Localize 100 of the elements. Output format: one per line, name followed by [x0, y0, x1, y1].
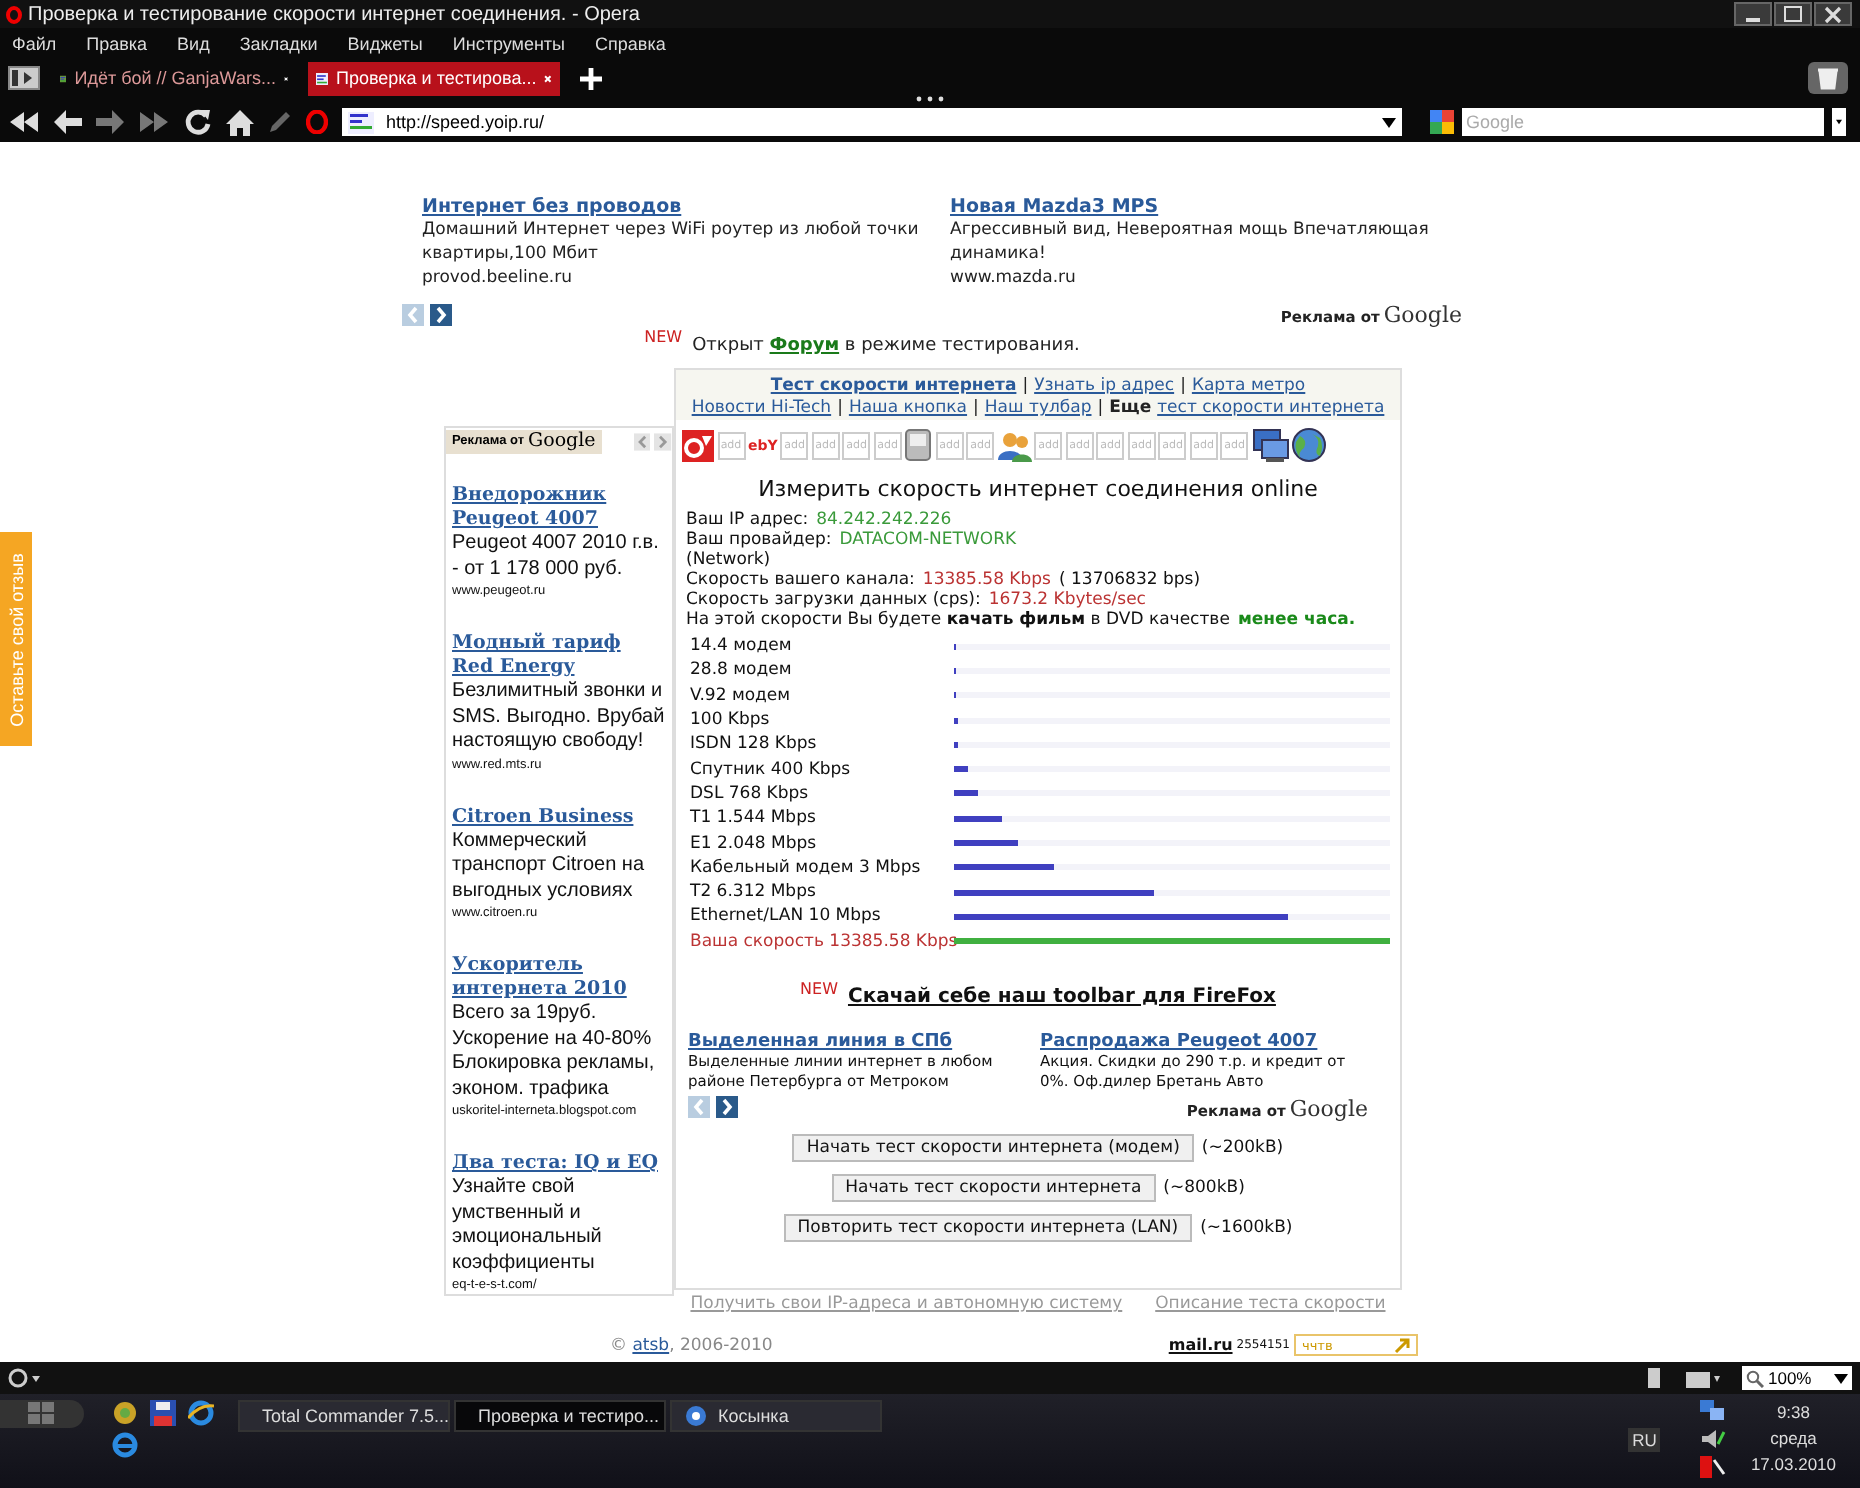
speed-label: 14.4 модем	[690, 636, 794, 657]
nav-link[interactable]: Наша кнопка	[848, 398, 968, 420]
ad-title-link[interactable]: Модный тариф Red Energy	[452, 632, 668, 680]
separator: |	[973, 398, 979, 420]
trash-icon[interactable]	[1808, 62, 1848, 94]
menu-item[interactable]: Файл	[12, 34, 57, 54]
nav-link[interactable]: Наш тулбар	[984, 398, 1092, 420]
computer-icon[interactable]	[1251, 428, 1290, 462]
app-icon[interactable]	[112, 1400, 138, 1426]
nav-link[interactable]: Новости Hi-Tech	[691, 398, 832, 420]
close-icon	[1824, 5, 1842, 23]
info-value: ( 13706832 bps)	[1058, 570, 1201, 590]
search-field[interactable]: Google	[1462, 108, 1824, 136]
start-test-button[interactable]: Начать тест скорости интернета (модем)	[792, 1133, 1194, 1162]
taskbar-button[interactable]: Total Commander 7.5...	[238, 1400, 450, 1432]
logo-icon[interactable]	[682, 429, 714, 461]
dropdown-icon[interactable]	[1832, 108, 1846, 136]
nav-link[interactable]: Карта метро	[1191, 376, 1306, 398]
info-value: 1673.2 Kbytes/sec	[988, 590, 1146, 610]
dropdown-icon[interactable]	[1834, 1373, 1848, 1383]
back-icon[interactable]	[54, 110, 82, 134]
ad-title-link[interactable]: Citroen Business	[452, 805, 668, 829]
info-label: Ваш провайдер:	[686, 530, 832, 550]
globe-icon[interactable]	[1292, 428, 1327, 462]
page-icon	[348, 111, 374, 133]
menu-item[interactable]: Справка	[595, 34, 666, 54]
speaker-icon[interactable]	[1700, 1428, 1727, 1450]
clock-day: среда	[1770, 1426, 1817, 1452]
counter-logo[interactable]: mail.ru	[1168, 1336, 1233, 1354]
speed-dial-icon[interactable]	[8, 1368, 40, 1388]
browser-icon[interactable]	[188, 1400, 214, 1426]
taskbar-button[interactable]: Косынка	[670, 1400, 882, 1432]
reload-icon[interactable]	[184, 108, 212, 136]
handle-icon[interactable]	[916, 96, 944, 102]
network-icon[interactable]	[1700, 1400, 1727, 1422]
start-test-button[interactable]: Начать тест скорости интернета	[831, 1173, 1156, 1202]
info-label: На этой скорости Вы будете качать фильм в DVD качестве	[686, 610, 1230, 630]
menu-item[interactable]: Вид	[177, 34, 210, 54]
google-icon	[1430, 110, 1454, 134]
info-value: 13385.58 Kbps	[922, 570, 1051, 590]
ad-title-link[interactable]: Два теста: IQ и EQ	[452, 1152, 668, 1176]
start-test-button[interactable]: Повторить тест скорости интернета (LAN)	[783, 1213, 1193, 1242]
close-icon[interactable]	[544, 71, 552, 85]
forum-link[interactable]: Форум	[769, 336, 840, 356]
shield-icon[interactable]	[1700, 1456, 1727, 1478]
dropdown-icon[interactable]	[1382, 117, 1396, 127]
menu-item[interactable]: Правка	[86, 34, 148, 54]
page-icon[interactable]	[1642, 1366, 1666, 1390]
fast-forward-icon[interactable]	[138, 110, 170, 134]
ad-title-link[interactable]: Интернет без проводов	[422, 196, 682, 218]
zoom-field[interactable]: 100%	[1742, 1366, 1852, 1390]
device-icon[interactable]	[904, 428, 933, 462]
browser-icon[interactable]	[112, 1432, 138, 1458]
speed-label: Ethernet/LAN 10 Mbps	[690, 906, 883, 927]
menu-item[interactable]: Закладки	[239, 34, 318, 54]
new-tab-icon[interactable]	[580, 67, 602, 89]
camera-icon[interactable]	[1686, 1366, 1722, 1390]
previous-arrow-icon[interactable]	[633, 431, 651, 451]
page-icon	[316, 67, 328, 89]
nav-link[interactable]: тест скорости интернета	[1157, 398, 1385, 420]
toolbar-link[interactable]: Скачай себе наш toolbar для FireFox	[847, 985, 1276, 1008]
speed-label: Спутник 400 Kbps	[690, 759, 853, 780]
ad-title-link[interactable]: Внедорожник Peugeot 4007	[452, 484, 668, 532]
ad-title-link[interactable]: Распродажа Peugeot 4007	[1040, 1031, 1318, 1052]
start-button[interactable]	[0, 1400, 84, 1428]
next-arrow-icon[interactable]	[716, 1095, 738, 1118]
nav-link[interactable]: Тест скорости интернета	[770, 376, 1017, 398]
info-label: (Network)	[686, 550, 771, 570]
home-icon[interactable]	[226, 109, 254, 135]
nav-link[interactable]: Узнать ip адрес	[1034, 376, 1175, 398]
panel-toggle-icon[interactable]	[8, 66, 40, 90]
pencil-icon[interactable]	[268, 110, 292, 134]
ad-title-link[interactable]: Выделенная линия в СПб	[688, 1031, 953, 1052]
news-text: Открыт Форум в режиме тестирования.	[692, 336, 1080, 356]
info-label: Ваш IP адрес:	[686, 510, 809, 530]
next-arrow-icon[interactable]	[430, 304, 452, 326]
taskbar-button[interactable]: Проверка и тестиро...	[454, 1400, 666, 1432]
menu-item[interactable]: Виджеты	[347, 34, 423, 54]
language-indicator[interactable]: RU	[1628, 1428, 1661, 1452]
menu-item[interactable]: Инструменты	[452, 34, 566, 54]
search-icon	[1746, 1369, 1764, 1387]
download-size: (~200kB)	[1201, 1137, 1284, 1158]
address-field[interactable]: http://speed.yoip.ru/	[342, 108, 1402, 136]
ad-title-link[interactable]: Ускоритель интернета 2010	[452, 954, 668, 1002]
windows-logo-icon	[28, 1402, 56, 1426]
speed-label: T1 1.544 Mbps	[690, 808, 818, 829]
minimize-button[interactable]	[1734, 2, 1772, 26]
browser-tab[interactable]: Идёт бой // GanjaWars...	[52, 61, 296, 95]
rewind-icon[interactable]	[8, 110, 40, 134]
speed-label: 28.8 модем	[690, 660, 794, 681]
maximize-button[interactable]	[1774, 2, 1812, 26]
download-size: (~800kB)	[1163, 1177, 1245, 1198]
browser-tab[interactable]: Проверка и тестирова...	[308, 61, 560, 95]
forward-icon[interactable]	[96, 110, 124, 134]
close-button[interactable]	[1814, 2, 1852, 26]
author-link[interactable]: atsb	[632, 1335, 670, 1355]
opera-icon[interactable]	[306, 110, 328, 134]
people-icon[interactable]	[997, 429, 1032, 461]
clock-time: 9:38	[1776, 1400, 1810, 1426]
ad-title-link[interactable]: Новая Mazda3 MPS	[950, 196, 1159, 218]
